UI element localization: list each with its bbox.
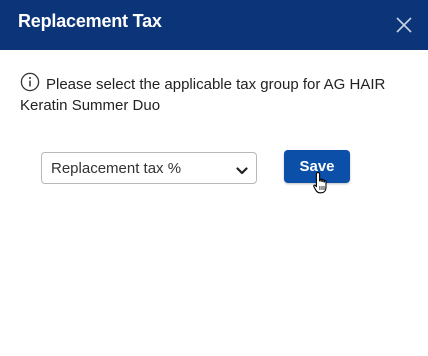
dialog-header: Replacement Tax <box>0 0 428 50</box>
info-message: Please select the applicable tax group f… <box>20 76 386 114</box>
save-button[interactable]: Save <box>284 150 350 183</box>
close-icon[interactable] <box>393 14 415 36</box>
replacement-tax-dialog: Replacement Tax Please select the applic… <box>0 0 428 356</box>
replacement-tax-select-value: Replacement tax % <box>51 160 182 177</box>
replacement-tax-select[interactable]: Replacement tax % <box>41 152 257 184</box>
dialog-title: Replacement Tax <box>18 11 162 31</box>
info-icon <box>20 72 40 92</box>
info-message-row: Please select the applicable tax group f… <box>20 72 412 116</box>
chevron-down-icon <box>236 163 248 175</box>
